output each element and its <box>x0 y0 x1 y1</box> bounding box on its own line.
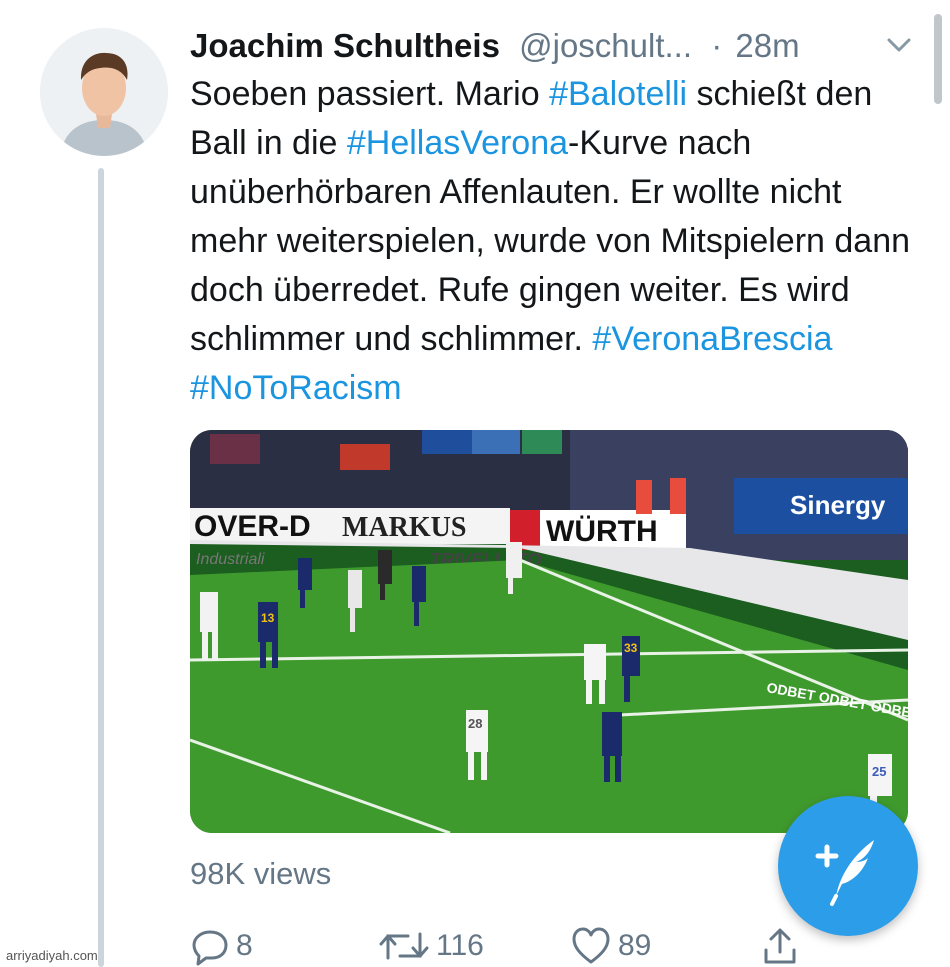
video-thumbnail[interactable]: Sinergy OVER-D MARKUS WÜRTH TRIVELLATO I… <box>190 430 908 833</box>
separator-dot: · <box>711 27 723 64</box>
compose-tweet-button[interactable] <box>778 796 918 936</box>
reply-button[interactable]: 8 <box>190 925 253 967</box>
tweet-text: Soeben passiert. Mario #Balotelli schieß… <box>190 70 920 413</box>
hashtag-link[interactable]: #HellasVerona <box>347 124 568 162</box>
ad-text: Industriali <box>196 551 265 568</box>
share-icon <box>764 928 796 964</box>
player-number: 13 <box>261 611 275 625</box>
retweet-button[interactable]: 116 <box>378 925 484 967</box>
hashtag-link[interactable]: #NoToRacism <box>190 369 402 407</box>
watermark: arriyadiyah.com <box>6 948 98 963</box>
stadium-scene: Sinergy OVER-D MARKUS WÜRTH TRIVELLATO I… <box>190 430 908 833</box>
author-avatar[interactable] <box>40 28 168 156</box>
hashtag-link[interactable]: #VeronaBrescia <box>592 320 832 358</box>
player-number: 28 <box>468 716 482 731</box>
author-handle[interactable]: @joschult... <box>519 27 692 64</box>
ad-text: Sinergy <box>790 490 886 520</box>
flag <box>522 430 562 454</box>
heart-icon <box>572 927 610 964</box>
avatar-portrait <box>40 28 168 156</box>
view-count: 98K views <box>190 856 332 891</box>
ad-text: OVER-D <box>194 510 311 543</box>
like-count: 89 <box>618 929 652 962</box>
ad-text: MARKUS <box>342 512 466 543</box>
hashtag-link[interactable]: #Balotelli <box>549 75 687 113</box>
author-name[interactable]: Joachim Schultheis <box>190 27 500 64</box>
thread-line <box>98 168 104 967</box>
player-number: 33 <box>624 641 638 655</box>
reply-icon <box>192 930 228 966</box>
like-button[interactable]: 89 <box>570 925 651 967</box>
steward <box>636 480 652 514</box>
retweet-icon <box>379 932 429 960</box>
tweet-actions: 8 116 89 <box>190 925 810 967</box>
flag <box>210 434 260 464</box>
retweet-count: 116 <box>436 929 484 962</box>
text-segment: Soeben passiert. Mario <box>190 75 550 113</box>
steward <box>670 478 686 514</box>
chevron-down-icon[interactable] <box>884 30 914 60</box>
share-button[interactable] <box>760 925 806 967</box>
ad-text: WÜRTH <box>546 515 658 548</box>
flag <box>340 444 390 470</box>
reply-count: 8 <box>236 929 253 962</box>
scrollbar[interactable] <box>934 14 942 104</box>
compose-tweet-icon <box>815 840 874 906</box>
tweet-time[interactable]: 28m <box>735 27 799 64</box>
flag <box>422 430 472 454</box>
flag <box>472 430 520 454</box>
player-number: 25 <box>872 764 886 779</box>
tweet-header: Joachim Schultheis @joschult... · 28m <box>190 22 910 70</box>
